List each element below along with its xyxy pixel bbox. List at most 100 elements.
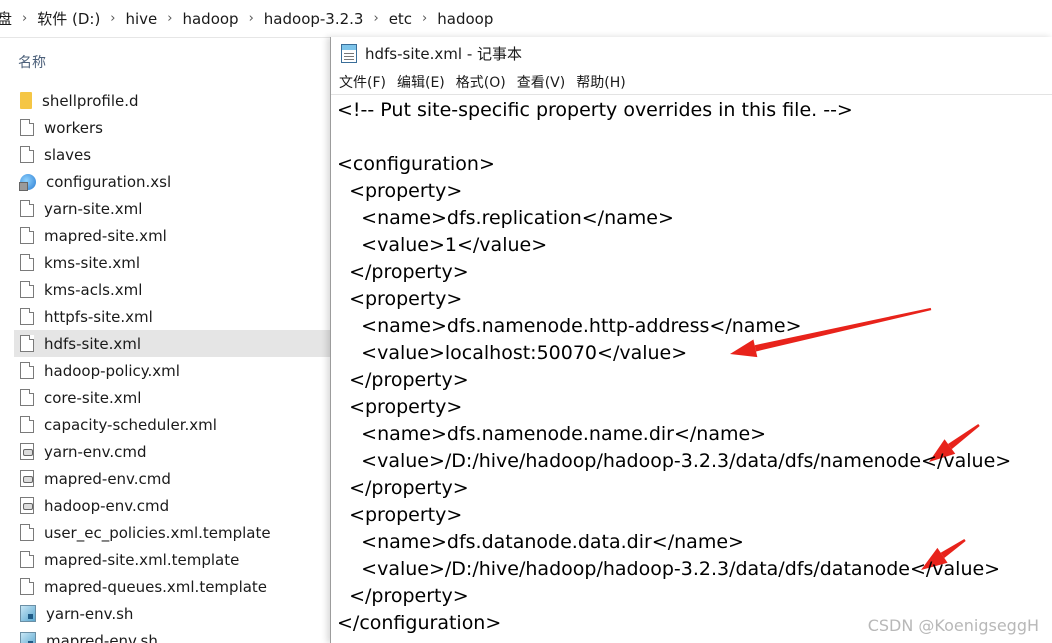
file-list-item[interactable]: mapred-site.xml xyxy=(14,222,330,249)
file-list: shellprofile.d workers slaves configuration… xyxy=(14,87,330,643)
file-name-label: hdfs-site.xml xyxy=(44,334,142,353)
code-line: <value>1</value> xyxy=(337,234,548,256)
menu-bar: 文件(F) 编辑(E) 格式(O) 查看(V) 帮助(H) xyxy=(331,70,1052,95)
file-name-label: yarn-site.xml xyxy=(44,199,143,218)
chevron-right-icon: › xyxy=(248,11,254,26)
breadcrumb-item-hadoop-etc[interactable]: hadoop xyxy=(433,10,497,28)
file-name-label: workers xyxy=(44,118,103,137)
file-name-label: hadoop-policy.xml xyxy=(44,361,180,380)
code-line: <property> xyxy=(337,180,463,202)
address-breadcrumb[interactable]: 盘 › 软件 (D:) › hive › hadoop › hadoop-3.2… xyxy=(0,0,1052,38)
file-list-item[interactable]: mapred-env.sh xyxy=(14,627,330,643)
file-name-label: configuration.xsl xyxy=(46,172,172,191)
code-line: <property> xyxy=(337,288,463,310)
file-icon xyxy=(20,227,34,244)
breadcrumb-item-hive[interactable]: hive xyxy=(122,10,162,28)
code-line: <value>/D:/hive/hadoop/hadoop-3.2.3/data… xyxy=(337,450,1012,472)
file-name-label: yarn-env.cmd xyxy=(44,442,147,461)
file-icon xyxy=(20,200,34,217)
file-list-item[interactable]: capacity-scheduler.xml xyxy=(14,411,330,438)
code-line: <property> xyxy=(337,396,463,418)
file-name-label: kms-acls.xml xyxy=(44,280,143,299)
file-icon xyxy=(20,551,34,568)
file-name-label: slaves xyxy=(44,145,92,164)
cmd-file-icon xyxy=(20,470,34,487)
folder-icon xyxy=(20,92,32,109)
shell-file-icon xyxy=(20,605,36,622)
file-list-item[interactable]: yarn-site.xml xyxy=(14,195,330,222)
menu-view[interactable]: 查看(V) xyxy=(513,72,570,92)
chevron-right-icon: › xyxy=(167,11,173,26)
cmd-file-icon xyxy=(20,443,34,460)
breadcrumb-item-drive-d[interactable]: 软件 (D:) xyxy=(33,8,104,29)
file-list-item[interactable]: slaves xyxy=(14,141,330,168)
notepad-window: hdfs-site.xml - 记事本 文件(F) 编辑(E) 格式(O) 查看… xyxy=(330,37,1052,643)
code-line: </property> xyxy=(337,585,469,607)
breadcrumb-item-hadoop-version[interactable]: hadoop-3.2.3 xyxy=(260,10,368,28)
menu-file[interactable]: 文件(F) xyxy=(335,72,390,92)
code-line: <name>dfs.namenode.http-address</name> xyxy=(337,315,802,337)
file-list-item[interactable]: shellprofile.d xyxy=(14,87,330,114)
file-icon xyxy=(20,524,34,541)
file-icon xyxy=(20,362,34,379)
file-icon xyxy=(20,119,34,136)
code-line: <value>localhost:50070</value> xyxy=(337,342,688,364)
notepad-icon xyxy=(341,44,357,63)
file-list-item[interactable]: hadoop-policy.xml xyxy=(14,357,330,384)
file-list-item[interactable]: configuration.xsl xyxy=(14,168,330,195)
code-line: <name>dfs.replication</name> xyxy=(337,207,674,229)
code-line: <value>/D:/hive/hadoop/hadoop-3.2.3/data… xyxy=(337,558,1001,580)
file-list-item[interactable]: mapred-env.cmd xyxy=(14,465,330,492)
code-line: </property> xyxy=(337,477,469,499)
file-list-item[interactable]: mapred-queues.xml.template xyxy=(14,573,330,600)
file-name-label: mapred-site.xml xyxy=(44,226,167,245)
file-icon xyxy=(20,389,34,406)
file-name-label: kms-site.xml xyxy=(44,253,141,272)
file-name-label: user_ec_policies.xml.template xyxy=(44,523,271,542)
cmd-file-icon xyxy=(20,497,34,514)
explorer-file-pane: 名称 shellprofile.d workers slaves configurat… xyxy=(0,38,330,643)
text-editor-area[interactable]: <!-- Put site-specific property override… xyxy=(331,95,1052,643)
file-list-item[interactable]: workers xyxy=(14,114,330,141)
file-icon xyxy=(20,281,34,298)
file-list-item[interactable]: mapred-site.xml.template xyxy=(14,546,330,573)
file-list-item[interactable]: kms-acls.xml xyxy=(14,276,330,303)
file-list-item[interactable]: core-site.xml xyxy=(14,384,330,411)
file-icon xyxy=(20,146,34,163)
code-line: </configuration> xyxy=(337,612,502,634)
file-icon xyxy=(20,335,34,352)
file-list-item[interactable]: yarn-env.cmd xyxy=(14,438,330,465)
file-list-item[interactable]: kms-site.xml xyxy=(14,249,330,276)
menu-format[interactable]: 格式(O) xyxy=(452,72,510,92)
file-list-item[interactable]: yarn-env.sh xyxy=(14,600,330,627)
menu-edit[interactable]: 编辑(E) xyxy=(393,72,449,92)
file-icon xyxy=(20,308,34,325)
file-icon xyxy=(20,254,34,271)
file-icon xyxy=(20,578,34,595)
breadcrumb-item-etc[interactable]: etc xyxy=(385,10,416,28)
file-name-label: mapred-env.sh xyxy=(46,631,158,643)
file-name-label: core-site.xml xyxy=(44,388,142,407)
file-list-item[interactable]: httpfs-site.xml xyxy=(14,303,330,330)
file-name-label: httpfs-site.xml xyxy=(44,307,153,326)
code-line: <!-- Put site-specific property override… xyxy=(337,99,853,121)
notepad-title-bar[interactable]: hdfs-site.xml - 记事本 xyxy=(331,37,1052,70)
chevron-right-icon: › xyxy=(422,11,428,26)
code-line: <configuration> xyxy=(337,153,495,175)
code-line: </property> xyxy=(337,369,469,391)
file-name-label: hadoop-env.cmd xyxy=(44,496,170,515)
menu-help[interactable]: 帮助(H) xyxy=(572,72,629,92)
name-column-header[interactable]: 名称 xyxy=(18,52,46,72)
chevron-right-icon: › xyxy=(373,11,379,26)
file-name-label: shellprofile.d xyxy=(42,91,139,110)
file-name-label: mapred-site.xml.template xyxy=(44,550,240,569)
code-line: <name>dfs.namenode.name.dir</name> xyxy=(337,423,767,445)
breadcrumb-item-drive-root[interactable]: 盘 xyxy=(0,8,16,29)
window-title: hdfs-site.xml - 记事本 xyxy=(365,45,523,63)
file-list-item[interactable]: hdfs-site.xml xyxy=(14,330,330,357)
breadcrumb-item-hadoop[interactable]: hadoop xyxy=(178,10,242,28)
file-list-item[interactable]: hadoop-env.cmd xyxy=(14,492,330,519)
file-name-label: yarn-env.sh xyxy=(46,604,134,623)
code-line: </property> xyxy=(337,261,469,283)
file-list-item[interactable]: user_ec_policies.xml.template xyxy=(14,519,330,546)
